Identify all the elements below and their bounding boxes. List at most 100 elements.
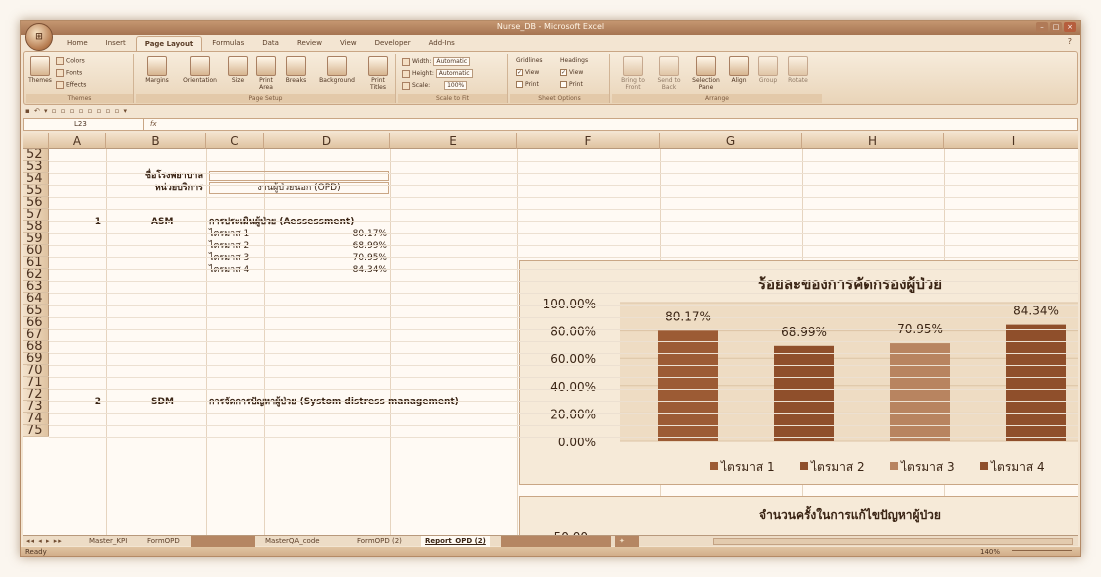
row-header[interactable]: 73 — [23, 401, 49, 413]
row-header[interactable]: 70 — [23, 365, 49, 377]
col-header-h[interactable]: H — [802, 133, 944, 149]
headings-view-checkbox[interactable]: ✓ View — [560, 69, 583, 76]
col-header-e[interactable]: E — [390, 133, 517, 149]
row-header[interactable]: 72 — [23, 389, 49, 401]
cell-c57[interactable]: ไตรมาส 1 — [209, 229, 249, 240]
row-header[interactable]: 59 — [23, 233, 49, 245]
cell-b56[interactable]: ASM — [151, 217, 173, 228]
row-header[interactable]: 65 — [23, 305, 49, 317]
headings-print-checkbox[interactable]: Print — [560, 81, 583, 88]
scale-spinner[interactable]: 100% — [444, 81, 468, 90]
height-combo[interactable]: Automatic — [435, 69, 473, 78]
row-header[interactable]: 68 — [23, 341, 49, 353]
row-header[interactable]: 74 — [23, 413, 49, 425]
col-header-b[interactable]: B — [106, 133, 206, 149]
tab-insert[interactable]: Insert — [98, 36, 134, 51]
align-button[interactable]: Align — [726, 56, 752, 84]
tab-developer[interactable]: Developer — [367, 36, 419, 51]
row-header[interactable]: 67 — [23, 329, 49, 341]
sheet-tab-master-kpi[interactable]: Master_KPI — [85, 536, 131, 547]
cell-d58[interactable]: 68.99% — [267, 241, 387, 252]
chart-problem-resolution-count[interactable]: จำนวนครั้งในการแก้ไขปัญหาผู้ป่วย50.00 — [519, 496, 1078, 535]
tab-page-layout[interactable]: Page Layout — [135, 36, 203, 51]
tab-home[interactable]: Home — [59, 36, 96, 51]
worksheet-grid[interactable]: A B C D E F G H I 52 53 54 55 56 57 58 59 60 61 62… — [23, 133, 1078, 535]
row-header[interactable]: 56 — [23, 197, 49, 209]
zoom-slider[interactable] — [1012, 550, 1072, 555]
cell-c58[interactable]: ไตรมาส 2 — [209, 241, 249, 252]
cell-d59[interactable]: 70.95% — [267, 253, 387, 264]
row-header[interactable]: 53 — [23, 161, 49, 173]
minimize-button[interactable]: – — [1036, 22, 1048, 32]
cell-c56[interactable]: การประเมินผู้ป่วย (Aessessment) — [209, 217, 354, 228]
row-header[interactable]: 60 — [23, 245, 49, 257]
col-header-f[interactable]: F — [517, 133, 660, 149]
row-header[interactable]: 75 — [23, 425, 49, 437]
effects-button[interactable]: Effects — [56, 81, 86, 89]
background-button[interactable]: Background — [312, 56, 362, 84]
row-header[interactable]: 71 — [23, 377, 49, 389]
row-header[interactable]: 58 — [23, 221, 49, 233]
colors-button[interactable]: Colors — [56, 57, 85, 65]
gridlines-view-checkbox[interactable]: ✓ View — [516, 69, 539, 76]
col-header-g[interactable]: G — [660, 133, 802, 149]
themes-button[interactable]: Themes — [28, 56, 52, 84]
select-all-corner[interactable] — [23, 133, 49, 149]
cell-c60[interactable]: ไตรมาส 4 — [209, 265, 249, 276]
cell-c72[interactable]: การจัดการปัญหาผู้ป่วย (Systom distress m… — [209, 397, 459, 408]
tab-view[interactable]: View — [332, 36, 365, 51]
tab-formulas[interactable]: Formulas — [204, 36, 252, 51]
cell-a56[interactable]: 1 — [51, 217, 101, 228]
tab-add-ins[interactable]: Add-Ins — [421, 36, 463, 51]
rotate-button[interactable]: Rotate — [784, 56, 812, 84]
fx-icon[interactable]: fx — [150, 119, 157, 130]
tab-review[interactable]: Review — [289, 36, 330, 51]
sheet-nav-arrows-icon[interactable]: ◂◂ ◂ ▸ ▸▸ — [26, 536, 63, 547]
row-header[interactable]: 63 — [23, 281, 49, 293]
sheet-tab-formopd[interactable]: FormOPD — [143, 536, 184, 547]
row-header[interactable]: 62 — [23, 269, 49, 281]
sheet-tab-hidden-2[interactable] — [501, 536, 611, 547]
margins-button[interactable]: Margins — [140, 56, 174, 84]
col-header-d[interactable]: D — [264, 133, 390, 149]
tab-data[interactable]: Data — [254, 36, 287, 51]
sheet-tab-formopd-2[interactable]: FormOPD (2) — [353, 536, 406, 547]
width-combo[interactable]: Automatic — [433, 57, 471, 66]
row-header[interactable]: 61 — [23, 257, 49, 269]
row-header[interactable]: 54 — [23, 173, 49, 185]
breaks-button[interactable]: Breaks — [282, 56, 310, 84]
quick-access-toolbar[interactable]: ▪ ↶ ▾ ▫ ▫ ▫ ▫ ▫ ▫ ▫ ▫ ▾ — [25, 107, 128, 117]
row-header[interactable]: 57 — [23, 209, 49, 221]
selection-pane-button[interactable]: Selection Pane — [688, 56, 724, 91]
print-area-button[interactable]: Print Area — [252, 56, 280, 91]
row-header[interactable]: 66 — [23, 317, 49, 329]
col-header-a[interactable]: A — [49, 133, 106, 149]
name-box[interactable]: L23 — [24, 119, 144, 130]
maximize-button[interactable]: □ — [1050, 22, 1062, 32]
row-header[interactable]: 55 — [23, 185, 49, 197]
cell-b72[interactable]: SDM — [151, 397, 174, 408]
col-header-i[interactable]: I — [944, 133, 1078, 149]
cell-a72[interactable]: 2 — [51, 397, 101, 408]
size-button[interactable]: Size — [226, 56, 250, 84]
row-header[interactable]: 52 — [23, 149, 49, 161]
sheet-tab-masterqa-code[interactable]: MasterQA_code — [261, 536, 324, 547]
insert-sheet-icon[interactable]: ✦ — [615, 536, 639, 547]
cell-d54[interactable]: งานผู้ป่วยนอก (OPD) — [209, 182, 389, 194]
horizontal-scrollbar[interactable] — [713, 538, 1073, 545]
gridlines-print-checkbox[interactable]: Print — [516, 81, 539, 88]
close-button[interactable]: × — [1064, 22, 1076, 32]
cell-d60[interactable]: 84.34% — [267, 265, 387, 276]
zoom-level[interactable]: 140% — [980, 547, 1000, 556]
office-button[interactable]: ⊞ — [25, 23, 53, 51]
print-titles-button[interactable]: Print Titles — [364, 56, 392, 91]
cell-d57[interactable]: 80.17% — [267, 229, 387, 240]
row-header[interactable]: 64 — [23, 293, 49, 305]
orientation-button[interactable]: Orientation — [178, 56, 222, 84]
row-header[interactable]: 69 — [23, 353, 49, 365]
fonts-button[interactable]: Fonts — [56, 69, 82, 77]
cell-c59[interactable]: ไตรมาส 3 — [209, 253, 249, 264]
col-header-c[interactable]: C — [206, 133, 264, 149]
help-icon[interactable]: ? — [1068, 37, 1072, 46]
send-to-back-button[interactable]: Send to Back — [652, 56, 686, 91]
